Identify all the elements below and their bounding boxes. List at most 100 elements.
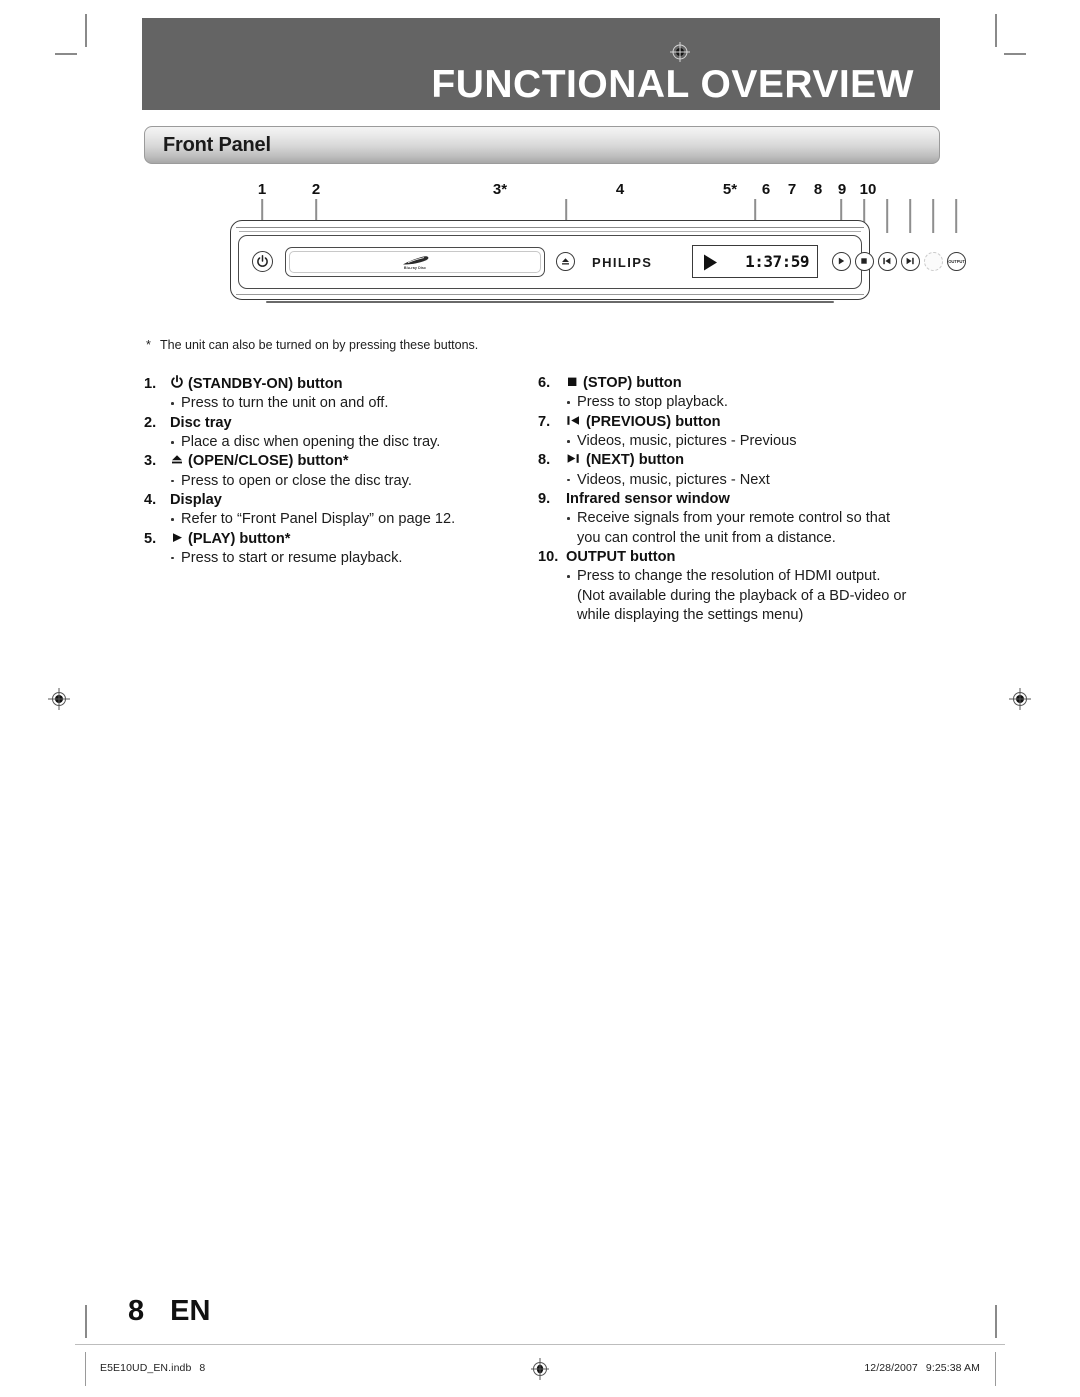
blu-ray-disc-wordmark: Blu-ray Disc (403, 265, 427, 270)
item-heading: 6. (STOP) button (538, 374, 948, 393)
item-bullet-list: Receive signals from your remote control… (566, 509, 948, 548)
list-item: 9. Infrared sensor window Receive signal… (538, 490, 948, 548)
item-heading: 1. (STANDBY-ON) button (144, 374, 534, 394)
bullet-text: (Not available during the playback of a … (577, 587, 907, 604)
page-number: 8 (128, 1295, 145, 1327)
source-filename: E5E10UD_EN.indb 8 (100, 1362, 205, 1374)
crop-mark-bottom-left-vertical (85, 1305, 87, 1338)
callout-leader-9 (932, 199, 934, 233)
item-title: (STANDBY-ON) button (188, 376, 343, 392)
callout-leader-10 (955, 199, 957, 233)
item-title: Infrared sensor window (566, 490, 730, 507)
play-icon (170, 531, 184, 544)
callout-number-10: 10 (859, 181, 877, 198)
stop-button[interactable] (855, 252, 874, 271)
item-bullet-list: Press to change the resolution of HDMI o… (566, 567, 948, 625)
play-indicator-icon (704, 254, 717, 271)
previous-icon (566, 414, 582, 427)
item-number: 1. (144, 376, 157, 392)
bullet-dot (567, 401, 570, 404)
item-title: (PLAY) button* (188, 530, 291, 547)
list-item: 1. (STANDBY-ON) button Press to turn the… (144, 374, 534, 414)
print-timestamp: 12/28/2007 9:25:38 AM (864, 1362, 980, 1374)
footer-divider (75, 1344, 1005, 1345)
previous-icon (883, 257, 891, 265)
bullet-dot (171, 518, 174, 521)
list-item-bullet: Press to start or resume playback. (170, 549, 534, 568)
bullet-text: Press to open or close the disc tray. (181, 472, 412, 489)
stop-icon (861, 258, 867, 264)
next-button[interactable] (901, 252, 920, 271)
bullet-dot (171, 556, 174, 560)
chapter-header-bar: FUNCTIONAL OVERVIEW (142, 18, 940, 110)
play-button[interactable] (832, 252, 851, 271)
list-item: 10. OUTPUT button Press to change the re… (538, 548, 948, 625)
bullet-text: Press to change the resolution of HDMI o… (577, 568, 881, 585)
list-item-bullet-continuation: (Not available during the playback of a … (566, 587, 948, 606)
open-close-button[interactable] (556, 252, 575, 271)
list-item-bullet: Press to open or close the disc tray. (170, 472, 534, 491)
list-item: 3. (OPEN/CLOSE) button* Press to open or… (144, 452, 534, 491)
power-icon (170, 375, 184, 389)
feature-list-right-column: 6. (STOP) button Press to stop playback.… (538, 374, 948, 626)
item-title: Disc tray (170, 414, 232, 431)
list-item: 5. (PLAY) button* Press to start or resu… (144, 530, 534, 569)
list-item-bullet: Press to change the resolution of HDMI o… (566, 567, 948, 586)
bullet-dot (171, 402, 174, 405)
figure-footnote: * The unit can also be turned on by press… (146, 337, 846, 353)
bullet-text: you can control the unit from a distance… (577, 529, 836, 546)
item-title: (OPEN/CLOSE) button* (188, 453, 349, 470)
item-bullet-list: Press to stop playback. (566, 393, 948, 412)
language-code: EN (170, 1295, 211, 1327)
bullet-dot (171, 479, 174, 483)
disc-tray[interactable]: Blu-ray Disc (285, 247, 545, 277)
display-time-readout: 1:37:59 (745, 252, 809, 271)
crop-mark-top-right-vertical (995, 14, 997, 47)
item-heading: 2. Disc tray (144, 414, 534, 433)
crop-mark-top-left-vertical (85, 14, 87, 47)
callout-number-7: 7 (787, 181, 797, 198)
output-button[interactable]: OUTPUT (947, 252, 966, 271)
list-item: 6. (STOP) button Press to stop playback. (538, 374, 948, 413)
eject-icon (170, 453, 184, 466)
item-heading: 9. Infrared sensor window (538, 490, 948, 509)
list-item-bullet: Videos, music, pictures - Previous (566, 432, 948, 451)
eject-icon (562, 258, 569, 265)
item-title: (NEXT) button (586, 452, 685, 469)
philips-brand-logo: PHILIPS (592, 255, 653, 270)
front-panel-display: 1:37:59 (692, 245, 818, 278)
page-number-block: 8 EN (128, 1295, 210, 1328)
standby-on-button[interactable] (252, 251, 273, 272)
bullet-dot (567, 517, 570, 520)
item-bullet-list: Press to turn the unit on and off. (170, 394, 534, 413)
print-footer: E5E10UD_EN.indb 8 12/28/2007 9:25:38 AM (0, 1348, 1080, 1388)
list-item-bullet: Refer to “Front Panel Display” on page 1… (170, 510, 534, 529)
list-item: 4. Display Refer to “Front Panel Display… (144, 491, 534, 530)
footer-tick-right (995, 1352, 996, 1386)
registration-mark-right (1009, 688, 1031, 710)
bullet-text: Press to turn the unit on and off. (181, 395, 389, 412)
item-number: 6. (538, 375, 551, 391)
list-item-bullet-continuation: you can control the unit from a distance… (566, 529, 948, 548)
section-title: Front Panel (163, 134, 271, 156)
power-icon (257, 255, 268, 267)
play-icon (838, 257, 845, 265)
blu-ray-disc-logo: Blu-ray Disc (399, 255, 431, 270)
item-bullet-list: Videos, music, pictures - Next (566, 471, 948, 490)
list-item: 7. (PREVIOUS) button Videos, music, pict… (538, 413, 948, 452)
crop-mark-top-right-horizontal (1004, 53, 1026, 55)
bullet-text: Place a disc when opening the disc tray. (181, 433, 441, 450)
callout-number-2: 2 (311, 181, 321, 198)
chassis-top-edge-line-secondary (239, 231, 861, 233)
item-number: 5. (144, 530, 157, 547)
section-header-bar: Front Panel (144, 126, 940, 164)
item-title: OUTPUT button (566, 549, 676, 566)
chassis-bottom-edge-line (236, 294, 864, 296)
item-heading: 3. (OPEN/CLOSE) button* (144, 452, 534, 471)
chassis-foot (266, 301, 834, 303)
bullet-dot (171, 440, 174, 444)
previous-button[interactable] (878, 252, 897, 271)
item-heading: 8. (NEXT) button (538, 451, 948, 470)
item-number: 3. (144, 453, 157, 470)
item-bullet-list: Place a disc when opening the disc tray. (170, 433, 534, 452)
